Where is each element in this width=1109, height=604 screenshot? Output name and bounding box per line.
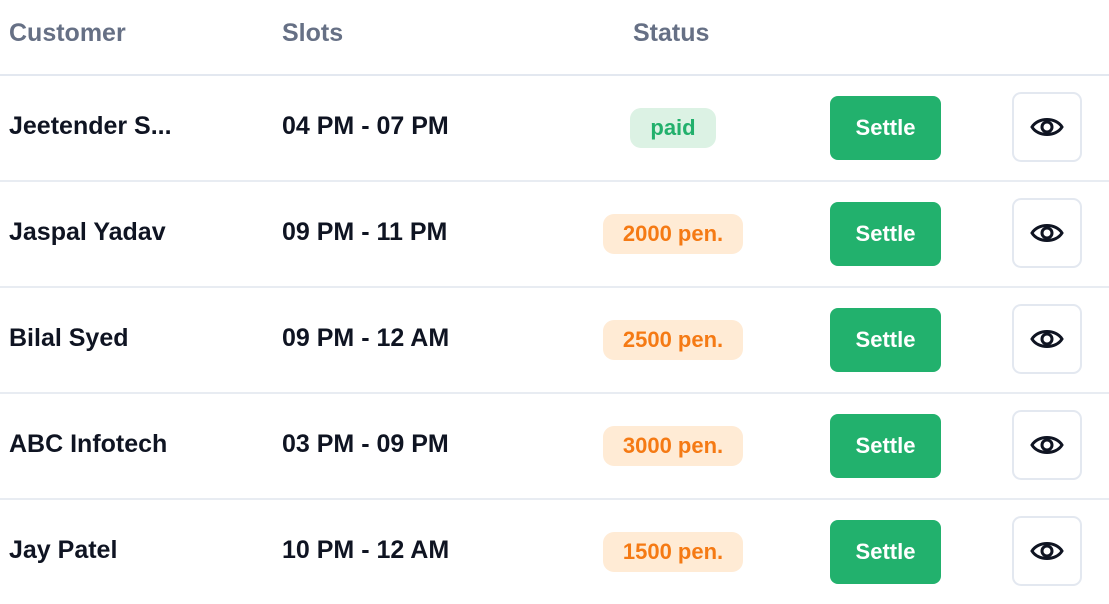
customer-name: Jaspal Yadav [9,218,166,246]
eye-icon [1030,224,1064,242]
bookings-table: Customer Slots Status Jeetender S... 04 … [0,0,1109,604]
table-row: Bilal Syed 09 PM - 12 AM 2500 pen. Settl… [0,288,1109,394]
eye-icon [1030,330,1064,348]
column-header-status: Status [633,19,710,47]
customer-name: ABC Infotech [9,430,168,458]
settle-button[interactable]: Settle [830,96,941,160]
status-badge: 2000 pen. [602,214,744,254]
view-button[interactable] [1012,304,1082,374]
status-badge: 3000 pen. [602,426,744,466]
slot-time: 09 PM - 12 AM [282,324,450,352]
table-row: Jay Patel 10 PM - 12 AM 1500 pen. Settle [0,500,1109,604]
view-button[interactable] [1012,516,1082,586]
settle-button[interactable]: Settle [830,520,941,584]
eye-icon [1030,118,1064,136]
settle-button[interactable]: Settle [830,202,941,266]
slot-time: 03 PM - 09 PM [282,430,449,458]
customer-name: Jay Patel [9,536,118,564]
status-badge: 2500 pen. [602,320,744,360]
column-header-customer: Customer [9,19,126,47]
settle-button[interactable]: Settle [830,308,941,372]
table-header: Customer Slots Status [0,0,1109,76]
settle-button[interactable]: Settle [830,414,941,478]
customer-name: Bilal Syed [9,324,129,352]
slot-time: 04 PM - 07 PM [282,112,449,140]
table-row: ABC Infotech 03 PM - 09 PM 3000 pen. Set… [0,394,1109,500]
slot-time: 09 PM - 11 PM [282,218,448,246]
view-button[interactable] [1012,410,1082,480]
column-header-slots: Slots [282,19,344,47]
status-badge: paid [630,108,716,148]
slot-time: 10 PM - 12 AM [282,536,450,564]
view-button[interactable] [1012,198,1082,268]
customer-name: Jeetender S... [9,112,172,140]
status-badge: 1500 pen. [602,532,744,572]
table-row: Jeetender S... 04 PM - 07 PM paid Settle [0,76,1109,182]
table-row: Jaspal Yadav 09 PM - 11 PM 2000 pen. Set… [0,182,1109,288]
view-button[interactable] [1012,92,1082,162]
eye-icon [1030,436,1064,454]
eye-icon [1030,542,1064,560]
